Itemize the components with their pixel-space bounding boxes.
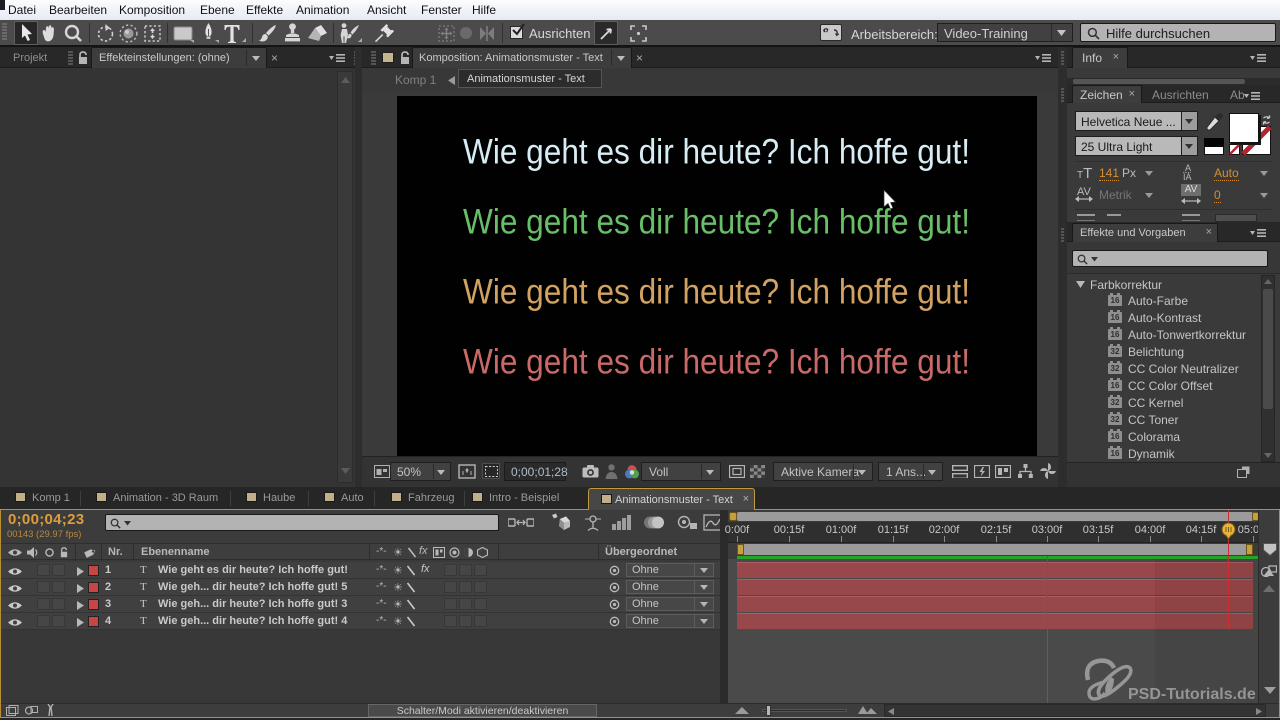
svg-text:Wie geht es dir heute? Ich hof: Wie geht es dir heute? Ich hoffe gut! xyxy=(463,133,970,172)
svg-text:Wie geht es dir heute? Ich hof: Wie geht es dir heute? Ich hoffe gut! xyxy=(463,343,970,382)
svg-text:Wie geht es dir heute? Ich hof: Wie geht es dir heute? Ich hoffe gut! xyxy=(463,203,970,242)
svg-text:PSD-Tutorials.de: PSD-Tutorials.de xyxy=(1128,686,1256,703)
svg-text:IA: IA xyxy=(1183,172,1192,181)
svg-text:Wie geht es dir heute? Ich hof: Wie geht es dir heute? Ich hoffe gut! xyxy=(463,273,970,312)
